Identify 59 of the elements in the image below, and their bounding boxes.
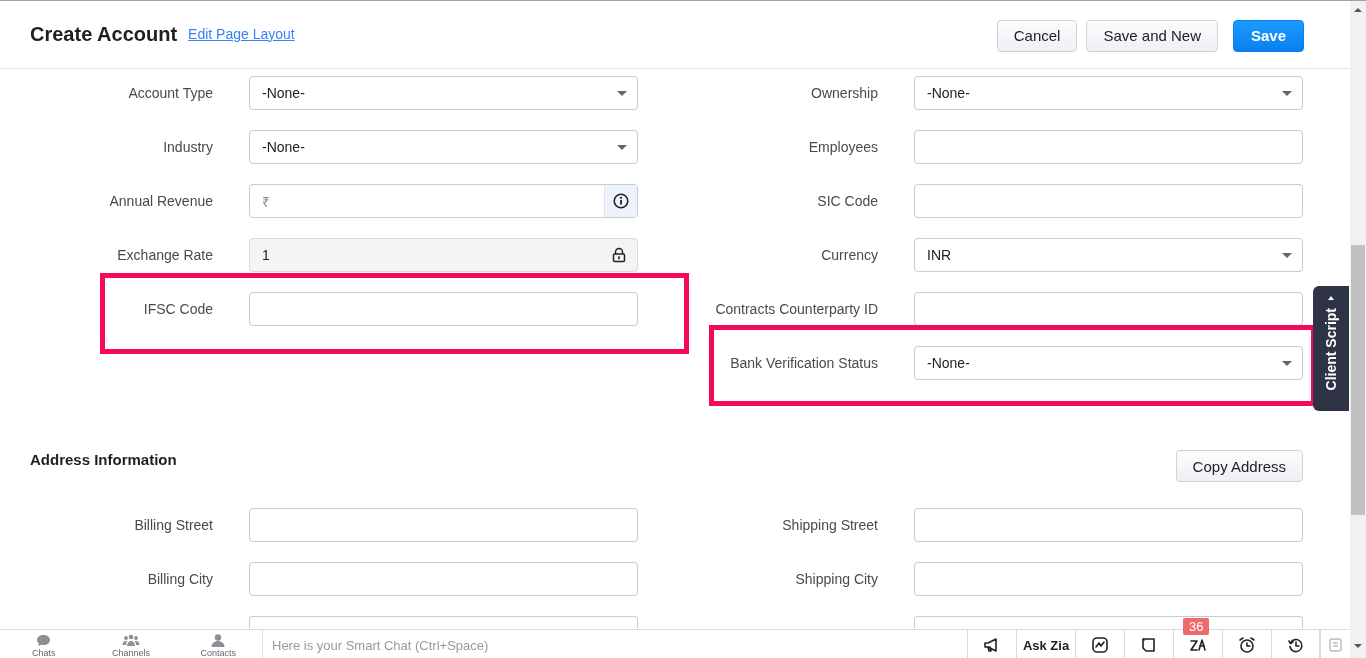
field-label: Annual Revenue (108, 193, 213, 209)
dropdown[interactable]: INR (914, 238, 1303, 272)
notes-stack-icon (1326, 636, 1345, 654)
field-label: Account Type (127, 85, 213, 101)
field-label: SIC Code (816, 193, 878, 209)
field-label: Bank Verification Status (729, 355, 878, 371)
info-icon (613, 193, 629, 209)
section-title: Address Information (30, 450, 177, 468)
field-label: Currency (820, 247, 878, 263)
note-icon (1140, 636, 1158, 654)
chat-bubbles-icon (34, 632, 53, 648)
input-field[interactable] (914, 508, 1303, 542)
alarm-clock-icon (1238, 636, 1256, 654)
people-icon (122, 632, 140, 648)
chart-icon (1091, 636, 1109, 654)
copy-address-button[interactable]: Copy Address (1175, 450, 1303, 482)
notification-badge: 36 (1183, 618, 1210, 635)
dropdown[interactable]: -None- (914, 76, 1303, 110)
input-field[interactable] (914, 130, 1303, 164)
page-title: Create Account (30, 23, 178, 46)
caret-icon (617, 144, 627, 150)
caret-icon (1282, 90, 1292, 96)
field-label: Contracts Counterparty ID (714, 301, 878, 317)
input-field[interactable] (914, 292, 1303, 326)
scroll-down-icon[interactable] (1354, 644, 1362, 648)
input-field[interactable] (249, 292, 638, 326)
info-button[interactable] (604, 185, 637, 217)
scroll-up-icon[interactable] (1354, 8, 1362, 12)
field-label: Billing Street (133, 517, 213, 533)
field-label: Billing City (146, 571, 213, 587)
dropdown[interactable]: -None- (914, 346, 1303, 380)
caret-icon (617, 90, 627, 96)
input-field[interactable] (249, 562, 638, 596)
input-field[interactable] (914, 562, 1303, 596)
caret-icon (1328, 296, 1334, 300)
scrollbar[interactable] (1350, 1, 1366, 658)
caret-icon (1282, 360, 1292, 366)
save-new-button[interactable]: Save and New (1086, 19, 1218, 52)
client-script-tab[interactable]: Client Script (1313, 286, 1349, 411)
field-label: Ownership (810, 85, 878, 101)
input-field[interactable] (249, 616, 638, 628)
field-label: Shipping Street (781, 517, 878, 533)
currency-field[interactable]: ₹ (249, 184, 638, 218)
field-label: Shipping City (794, 571, 878, 587)
field-label: IFSC Code (142, 301, 213, 317)
input-field[interactable] (914, 184, 1303, 218)
cancel-button[interactable]: Cancel (996, 19, 1078, 52)
field-label: Employees (807, 139, 878, 155)
caret-icon (1282, 252, 1292, 258)
locked-field: 1 (249, 238, 638, 272)
field-label: Exchange Rate (116, 247, 213, 263)
lock-icon (611, 247, 627, 263)
dropdown[interactable]: -None- (249, 130, 638, 164)
history-icon (1286, 636, 1305, 654)
input-field[interactable] (249, 508, 638, 542)
toolbar-button[interactable] (1271, 630, 1320, 658)
field-label: Industry (162, 139, 213, 155)
edit-layout-link[interactable]: Edit Page Layout (188, 25, 295, 42)
dropdown[interactable]: -None- (249, 76, 638, 110)
